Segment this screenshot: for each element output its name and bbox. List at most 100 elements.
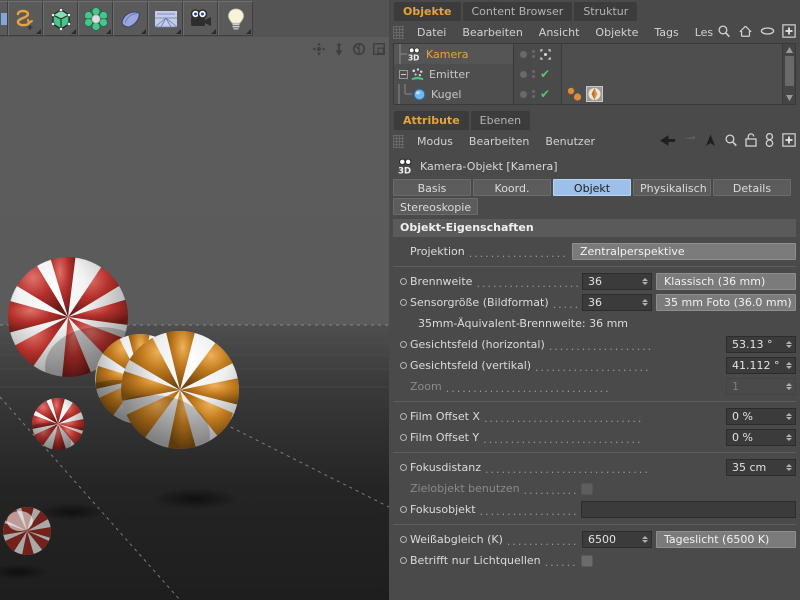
combo-sensorgroesse-preset[interactable]: 35 mm Foto (36.0 mm) <box>656 294 796 311</box>
back-arrow-icon[interactable] <box>659 134 676 147</box>
combo-projektion[interactable]: Zentralperspektive <box>572 243 796 260</box>
add-icon[interactable] <box>782 133 796 147</box>
dolly-view-icon[interactable] <box>332 42 346 56</box>
tab-objekte[interactable]: Objekte <box>394 2 461 21</box>
undo-redo-tool[interactable] <box>8 1 43 36</box>
input-brennweite[interactable]: 36 <box>582 273 652 290</box>
visibility-toggle-pair[interactable] <box>532 50 535 58</box>
animate-radio-gf-vertikal[interactable] <box>400 362 407 369</box>
spinner-gf-vertikal[interactable] <box>786 362 792 369</box>
visibility-dot-icon[interactable] <box>520 51 527 58</box>
menubar-grip[interactable] <box>393 26 404 39</box>
search-icon[interactable] <box>717 24 731 38</box>
input-gesichtsfeld-vertikal[interactable]: 41.112 ° <box>726 357 796 374</box>
target-icon[interactable] <box>540 49 551 60</box>
tab-physikalisch[interactable]: Physikalisch <box>633 179 711 196</box>
tab-objekt[interactable]: Objekt <box>553 179 631 196</box>
material-tag-icon[interactable] <box>586 86 603 102</box>
animate-radio-fokusdistanz[interactable] <box>400 464 407 471</box>
combo-brennweite-preset[interactable]: Klassisch (36 mm) <box>656 273 796 290</box>
menu-objekte[interactable]: Objekte <box>587 23 646 42</box>
menu-lesezeichen[interactable]: Lese <box>687 23 713 42</box>
object-manager-tree[interactable]: 3D Kamera Emitter <box>393 43 796 105</box>
expander-emitter[interactable] <box>399 70 408 79</box>
object-row-kamera[interactable]: 3D Kamera <box>394 44 513 64</box>
visibility-row-kamera[interactable] <box>514 44 561 64</box>
animate-radio-fokusobjekt[interactable] <box>400 506 407 513</box>
forward-arrow-icon[interactable] <box>683 134 697 147</box>
object-manager-scrollbar[interactable] <box>782 44 795 104</box>
eye-icon[interactable] <box>760 25 775 37</box>
menu-tags[interactable]: Tags <box>646 23 686 42</box>
move-view-icon[interactable] <box>312 42 326 56</box>
scroll-down-icon[interactable] <box>785 93 794 102</box>
combo-weissabgleich-preset[interactable]: Tageslicht (6500 K) <box>656 531 796 548</box>
enabled-check-icon[interactable]: ✔ <box>540 88 550 100</box>
visibility-dot-icon[interactable] <box>520 71 527 78</box>
primitive-cube-tool[interactable] <box>43 1 78 36</box>
animate-radio-brennweite[interactable] <box>400 278 407 285</box>
input-film-offset-y[interactable]: 0 % <box>726 429 796 446</box>
object-row-emitter[interactable]: Emitter <box>394 64 513 84</box>
toolbar-flyout-corner[interactable] <box>211 29 216 34</box>
toolbar-flyout-corner[interactable] <box>176 29 181 34</box>
animate-radio-film-offset-x[interactable] <box>400 413 407 420</box>
tag-row-kugel[interactable] <box>562 84 782 104</box>
animate-radio-gf-horizontal[interactable] <box>400 341 407 348</box>
toolbar-flyout-corner[interactable] <box>141 29 146 34</box>
menu-ansicht[interactable]: Ansicht <box>531 23 588 42</box>
input-sensorgroesse[interactable]: 36 <box>582 294 652 311</box>
input-weissabgleich[interactable]: 6500 <box>582 531 652 548</box>
particle-tag-icon[interactable] <box>566 86 584 102</box>
menubar-grip[interactable] <box>393 135 404 148</box>
person-icon[interactable] <box>764 133 775 147</box>
environment-tool[interactable] <box>148 1 183 36</box>
animate-radio-weissabgleich[interactable] <box>400 536 407 543</box>
tab-koord[interactable]: Koord. <box>473 179 551 196</box>
toolbar-flyout-corner[interactable] <box>106 29 111 34</box>
menu-bearbeiten[interactable]: Bearbeiten <box>454 23 530 42</box>
tab-basis[interactable]: Basis <box>393 179 471 196</box>
menu-datei[interactable]: Datei <box>409 23 454 42</box>
spinner-weissabgleich[interactable] <box>642 536 648 543</box>
visibility-row-emitter[interactable]: ✔ <box>514 64 561 84</box>
rotate-view-icon[interactable] <box>352 42 366 56</box>
visibility-toggle-pair[interactable] <box>532 90 535 98</box>
menu-benutzer[interactable]: Benutzer <box>537 132 603 151</box>
spinner-fokusdistanz[interactable] <box>786 464 792 471</box>
scrollbar-thumb[interactable] <box>785 56 794 86</box>
visibility-row-kugel[interactable]: ✔ <box>514 84 561 104</box>
up-arrow-icon[interactable] <box>704 134 717 147</box>
toolbar-button-partial[interactable] <box>0 1 8 36</box>
checkbox-betrifft-nur-lichtquellen[interactable] <box>581 555 593 567</box>
animate-radio-betrifft-nur-lichtquellen[interactable] <box>400 557 407 564</box>
spinner-film-offset-y[interactable] <box>786 434 792 441</box>
toolbar-flyout-corner[interactable] <box>36 29 41 34</box>
spinner-gf-horizontal[interactable] <box>786 341 792 348</box>
tab-details[interactable]: Details <box>713 179 791 196</box>
tab-attribute[interactable]: Attribute <box>394 111 469 130</box>
tab-stereoskopie[interactable]: Stereoskopie <box>393 198 478 215</box>
input-fokusobjekt[interactable] <box>581 501 796 518</box>
scroll-up-icon[interactable] <box>785 46 794 55</box>
input-fokusdistanz[interactable]: 35 cm <box>726 459 796 476</box>
tab-struktur[interactable]: Struktur <box>574 2 637 21</box>
maximize-view-icon[interactable] <box>372 42 386 56</box>
camera-tool[interactable] <box>183 1 218 36</box>
toolbar-flyout-corner[interactable] <box>71 29 76 34</box>
object-row-kugel[interactable]: Kugel <box>394 84 513 104</box>
spinner-brennweite[interactable] <box>642 278 648 285</box>
menu-bearbeiten[interactable]: Bearbeiten <box>461 132 537 151</box>
tab-ebenen[interactable]: Ebenen <box>471 111 530 130</box>
input-gesichtsfeld-horizontal[interactable]: 53.13 ° <box>726 336 796 353</box>
animate-radio-film-offset-y[interactable] <box>400 434 407 441</box>
spinner-film-offset-x[interactable] <box>786 413 792 420</box>
animate-radio-sensorgroesse[interactable] <box>400 299 407 306</box>
tab-content-browser[interactable]: Content Browser <box>463 2 573 21</box>
home-icon[interactable] <box>738 24 753 38</box>
add-icon[interactable] <box>782 24 796 38</box>
generator-tool[interactable] <box>78 1 113 36</box>
toolbar-flyout-corner[interactable] <box>246 29 251 34</box>
visibility-toggle-pair[interactable] <box>532 70 535 78</box>
spinner-sensorgroesse[interactable] <box>642 299 648 306</box>
